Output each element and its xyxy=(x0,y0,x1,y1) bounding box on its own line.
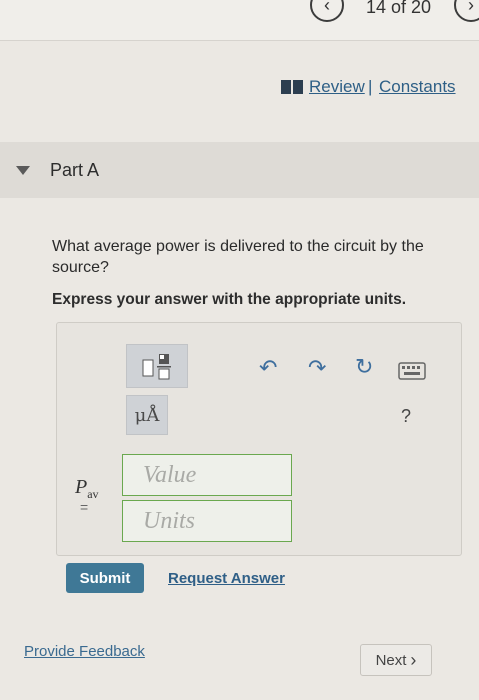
link-separator: | xyxy=(368,77,373,96)
redo-icon[interactable]: ↷ xyxy=(308,355,326,381)
question-text: What average power is delivered to the c… xyxy=(52,238,424,276)
reset-icon[interactable]: ↻ xyxy=(355,354,373,380)
book-icon xyxy=(281,80,303,94)
variable-subscript: av xyxy=(87,487,99,501)
part-title: Part A xyxy=(50,160,100,180)
provide-feedback-link[interactable]: Provide Feedback xyxy=(24,643,145,660)
next-button[interactable]: Next › xyxy=(360,644,432,676)
variable-main: P xyxy=(75,476,88,498)
units-label: μÅ xyxy=(134,404,160,426)
keyboard-icon[interactable] xyxy=(398,362,426,380)
undo-icon[interactable]: ↶ xyxy=(259,355,277,381)
review-link[interactable]: Review xyxy=(309,77,365,97)
template-button[interactable] xyxy=(126,344,188,388)
submit-button[interactable]: Submit xyxy=(66,563,144,593)
chevron-right-icon: › xyxy=(468,0,474,15)
help-button[interactable]: ? xyxy=(401,406,411,427)
collapse-triangle-icon[interactable] xyxy=(16,166,30,175)
next-label: Next xyxy=(375,651,407,669)
divider xyxy=(0,40,479,41)
chevron-left-icon: ‹ xyxy=(324,0,330,15)
page-counter: 14 of 20 xyxy=(366,0,432,17)
value-field[interactable]: Value xyxy=(122,454,292,496)
constants-link[interactable]: Constants xyxy=(379,77,456,97)
units-field[interactable]: Units xyxy=(122,500,292,542)
units-button[interactable]: μÅ xyxy=(126,395,168,435)
request-answer-link[interactable]: Request Answer xyxy=(168,570,285,587)
instruction-text: Express your answer with the appropriate… xyxy=(52,291,407,308)
chevron-right-icon: › xyxy=(410,649,417,670)
fraction-template-icon xyxy=(142,354,171,380)
equals-sign: = xyxy=(80,499,89,515)
